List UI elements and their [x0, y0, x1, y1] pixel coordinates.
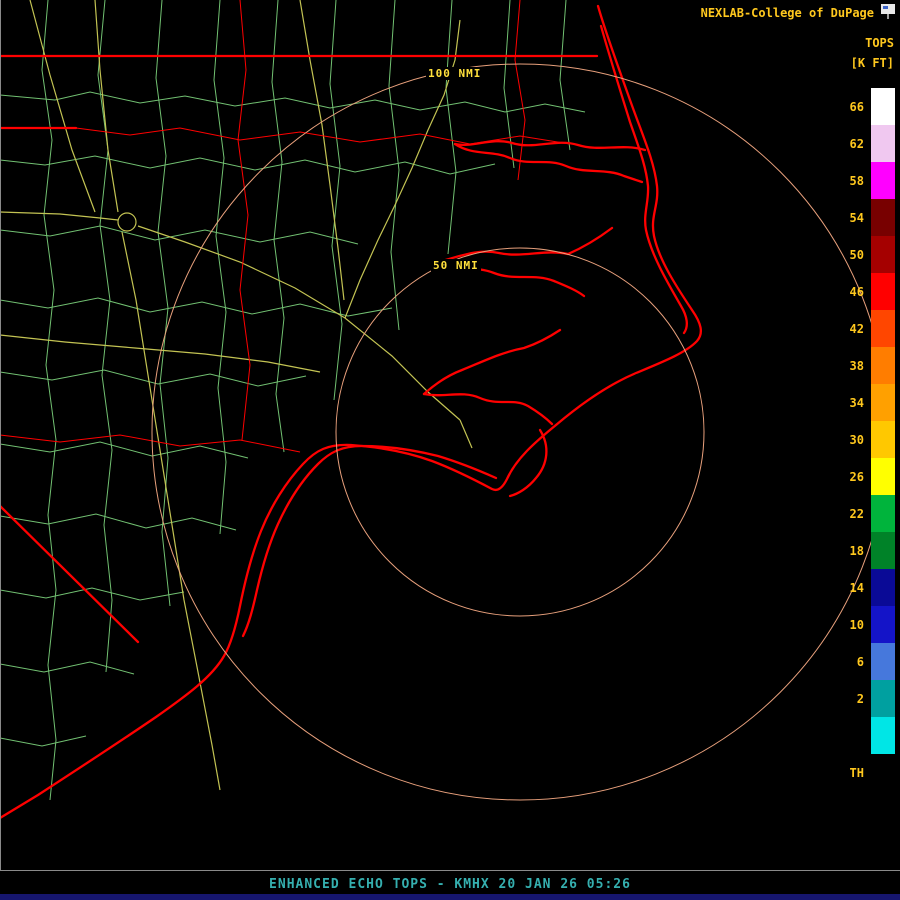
legend-band-label: 22 — [832, 507, 864, 521]
legend-band-row: 2 — [832, 680, 895, 717]
range-rings — [152, 64, 888, 800]
albemarle-north — [455, 141, 645, 150]
legend-band-label: 38 — [832, 359, 864, 373]
legend-band-label: 34 — [832, 396, 864, 410]
legend-band-swatch — [871, 310, 895, 347]
legend-band-swatch — [871, 532, 895, 569]
albemarle-south — [455, 144, 642, 182]
range-ring-50nmi — [336, 248, 704, 616]
legend-band-row: 46 — [832, 273, 895, 310]
legend-band-swatch — [871, 495, 895, 532]
legend-band-swatch — [871, 162, 895, 199]
legend-band-label: 10 — [832, 618, 864, 632]
neuse-river-south — [424, 394, 552, 424]
legend-band-swatch — [871, 717, 895, 754]
legend-band-label: 54 — [832, 211, 864, 225]
legend-band-swatch — [871, 680, 895, 717]
legend-band-row: 58 — [832, 162, 895, 199]
legend-band-label: 46 — [832, 285, 864, 299]
legend-band-swatch — [871, 125, 895, 162]
legend-band-swatch — [871, 421, 895, 458]
legend-band-swatch — [871, 384, 895, 421]
legend-units: [K FT] — [851, 56, 894, 70]
header-title: NEXLAB-College of DuPage — [701, 6, 874, 20]
legend-band-label: 58 — [832, 174, 864, 188]
legend-band-swatch — [871, 569, 895, 606]
legend-band-row: 30 — [832, 421, 895, 458]
legend-band-swatch — [871, 754, 895, 791]
legend-band-row: 26 — [832, 458, 895, 495]
frame-bottom-line — [0, 870, 900, 871]
legend-band-row: 62 — [832, 125, 895, 162]
legend-band-row: 34 — [832, 384, 895, 421]
range-ring-label-100: 100 NMI — [426, 67, 483, 80]
legend-band-row: 66 — [832, 88, 895, 125]
range-ring-100nmi — [152, 64, 888, 800]
radar-map — [0, 0, 900, 900]
legend-band-row: 38 — [832, 347, 895, 384]
nc-sc-border — [0, 506, 138, 642]
legend-band-swatch — [871, 88, 895, 125]
bogue-sound-inner — [243, 446, 496, 636]
range-ring-label-50: 50 NMI — [431, 259, 481, 272]
legend-band-row: 6 — [832, 643, 895, 680]
legend-band-swatch — [871, 643, 895, 680]
legend-band-row: 54 — [832, 199, 895, 236]
legend-title: TOPS — [865, 36, 894, 50]
roads — [0, 0, 472, 790]
legend-band-row: 18 — [832, 532, 895, 569]
legend-band-label: 30 — [832, 433, 864, 447]
legend-band-label: TH — [832, 766, 864, 780]
legend-band-row — [832, 717, 895, 754]
outer-banks-inner — [601, 26, 687, 333]
cod-logo-icon — [881, 4, 895, 19]
legend-bands: 66625854504642383430262218141062TH — [832, 88, 895, 791]
legend-band-label: 14 — [832, 581, 864, 595]
frame-left-line — [0, 0, 1, 871]
legend-band-label: 42 — [832, 322, 864, 336]
red-boundaries — [0, 0, 570, 452]
legend-band-label: 2 — [832, 692, 864, 706]
legend-band-swatch — [871, 458, 895, 495]
legend-band-row: 50 — [832, 236, 895, 273]
legend-band-label: 6 — [832, 655, 864, 669]
county-boundaries — [0, 0, 585, 800]
legend-band-label: 62 — [832, 137, 864, 151]
neuse-river-north — [424, 330, 560, 394]
legend-band-row: 10 — [832, 606, 895, 643]
legend-band-row: 14 — [832, 569, 895, 606]
legend-band-row: TH — [832, 754, 895, 791]
legend-band-row: 42 — [832, 310, 895, 347]
legend-band-swatch — [871, 199, 895, 236]
legend-band-swatch — [871, 236, 895, 273]
legend-band-swatch — [871, 606, 895, 643]
legend-band-swatch — [871, 273, 895, 310]
legend-band-label: 18 — [832, 544, 864, 558]
legend-band-label: 26 — [832, 470, 864, 484]
footer-accent-bar — [0, 894, 900, 900]
legend-band-swatch — [871, 347, 895, 384]
legend-band-label: 66 — [832, 100, 864, 114]
legend-band-row: 22 — [832, 495, 895, 532]
footer-caption: ENHANCED ECHO TOPS - KMHX 20 JAN 26 05:2… — [0, 877, 900, 892]
legend-band-label: 50 — [832, 248, 864, 262]
